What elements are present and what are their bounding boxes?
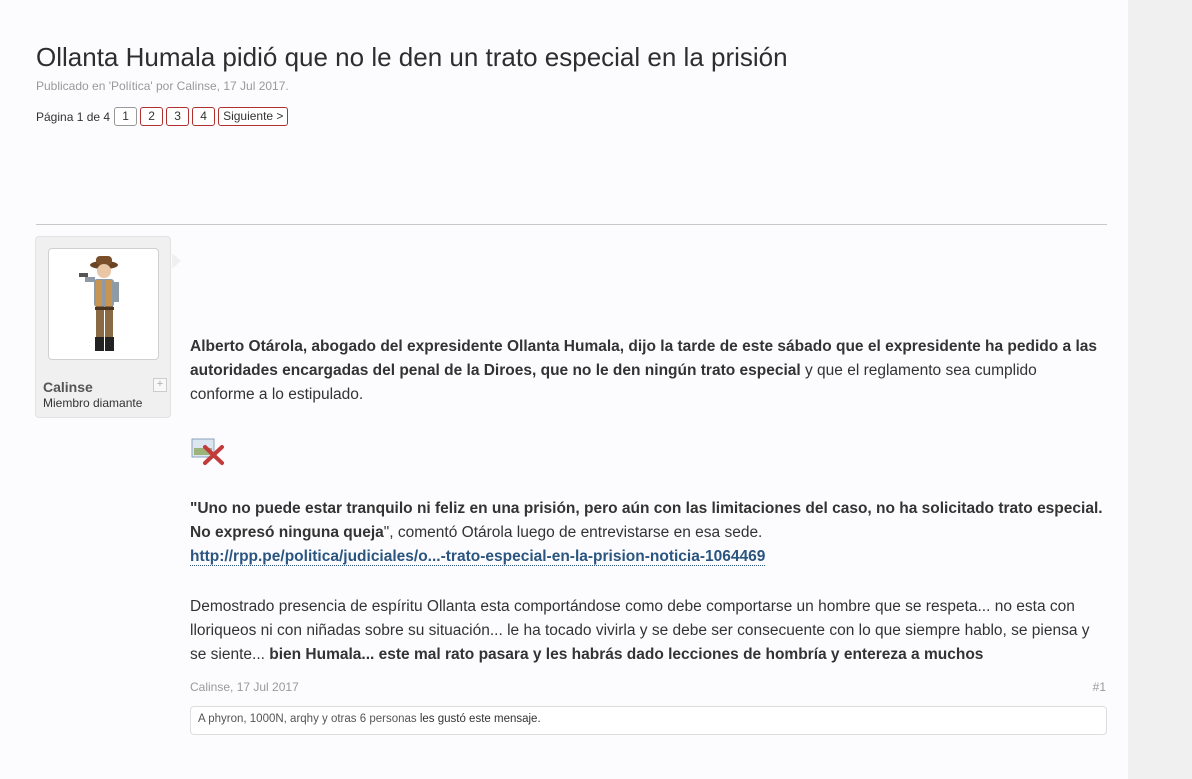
plus-icon[interactable]: + [153,378,167,392]
post-number[interactable]: #1 [1093,680,1106,694]
avatar[interactable] [48,248,159,360]
comment-bold-text: bien Humala... este mal rato pasara y le… [269,646,984,663]
right-gutter [1128,0,1192,779]
post-quote: "Uno no puede estar tranquilo ni feliz e… [190,497,1105,569]
source-link[interactable]: http://rpp.pe/politica/judiciales/o...-t… [190,548,766,566]
pagination: Página 1 de 4 1 2 3 4 Siguiente > [36,107,291,126]
page-link-3[interactable]: 3 [166,107,190,126]
post-author-box: Calinse + Miembro diamante [35,236,181,418]
author-role: Miembro diamante [43,396,143,410]
page-link-2[interactable]: 2 [140,107,164,126]
pagination-label: Página 1 de 4 [36,109,111,124]
post-author-date[interactable]: Calinse, 17 Jul 2017 [190,680,299,694]
author-name[interactable]: Calinse [43,379,93,395]
post-paragraph-1: Alberto Otárola, abogado del expresident… [190,335,1105,407]
thread-title: Ollanta Humala pidió que no le den un tr… [36,42,788,72]
next-page-button[interactable]: Siguiente > [218,107,289,126]
thread-byline: Publicado en 'Política' por Calinse, 17 … [36,79,289,93]
quote-text: ", comentó Otárola luego de entrevistars… [383,524,763,541]
likes-suffix: les gustó este mensaje. [416,713,541,725]
likes-names[interactable]: A phyron, 1000N, arqhy y otras 6 persona… [198,713,417,725]
page-link-1[interactable]: 1 [114,107,138,126]
page-link-4[interactable]: 4 [192,107,216,126]
author-row: Calinse + [43,377,167,397]
divider [36,224,1107,225]
post-paragraph-3: Demostrado presencia de espíritu Ollanta… [190,595,1105,667]
page: Ollanta Humala pidió que no le den un tr… [0,0,1128,779]
broken-image-icon [191,438,224,465]
likes-summary: A phyron, 1000N, arqhy y otras 6 persona… [190,706,1107,735]
post-meta: Calinse, 17 Jul 2017 #1 [190,680,1106,694]
